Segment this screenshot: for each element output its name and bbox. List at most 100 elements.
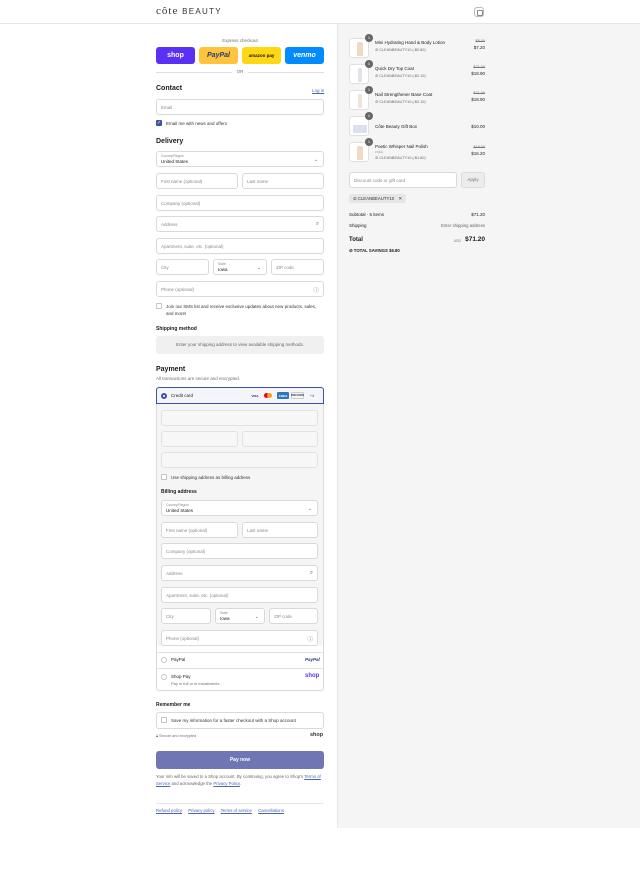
discount-code-input[interactable]: Discount code or gift card <box>349 172 457 188</box>
shipping-value: Enter shipping address <box>441 223 485 228</box>
shop-logo: shop <box>305 673 320 679</box>
item-discount-code: CLEANBEAUTY10 (-$0.80) <box>379 48 426 52</box>
item-price: $16.20 <box>471 151 485 156</box>
item-discount: ⊘ CLEANBEAUTY10 (-$2.10) <box>375 73 426 78</box>
line-item: 1 Quick Dry Top Coat ⊘ CLEANBEAUTY10 (-$… <box>349 60 485 86</box>
billing-address-field[interactable]: Address ⌕ <box>161 565 318 581</box>
first-name-placeholder: First name (optional) <box>161 179 203 184</box>
company-placeholder: Company (optional) <box>161 201 201 206</box>
discount-chip-code: CLEANBEAUTY10 <box>357 196 395 201</box>
shop-pay-radio[interactable] <box>161 674 167 680</box>
terms-of-service-link[interactable]: Terms of service <box>221 808 252 813</box>
paypal-radio[interactable] <box>161 657 167 663</box>
shop-pay-button[interactable]: shop <box>156 47 195 64</box>
cart-icon[interactable] <box>474 7 484 17</box>
first-name-field[interactable]: First name (optional) <box>156 173 238 189</box>
visa-icon: VISA <box>251 393 259 398</box>
card-expiry-field[interactable] <box>161 431 238 447</box>
card-name-field[interactable] <box>161 452 318 468</box>
country-select[interactable]: Country/Region United States ⌄ <box>156 151 324 167</box>
paypal-button[interactable]: PayPal <box>199 47 238 64</box>
billing-state-select[interactable]: State Iowa ⌄ <box>215 608 265 624</box>
total-label: Total <box>349 237 363 243</box>
amex-icon: AMEX <box>277 392 289 399</box>
chevron-down-icon: ⌄ <box>256 265 261 271</box>
remove-discount-icon[interactable]: ✕ <box>398 196 402 201</box>
help-icon[interactable]: ⓘ <box>313 286 319 294</box>
zip-field[interactable]: ZIP code <box>271 259 324 275</box>
product-shape <box>357 146 363 160</box>
line-item: 1 Côte Beauty Gift Box $10.00 <box>349 112 485 138</box>
privacy-policy-link[interactable]: Privacy policy <box>188 808 214 813</box>
shipping-method-title: Shipping method <box>156 326 197 332</box>
quantity-badge: 1 <box>365 34 373 42</box>
logo-main: côte <box>156 5 179 17</box>
item-name: Mini Hydrating Hand & Body Lotion <box>375 40 446 45</box>
line-item: 1 Mini Hydrating Hand & Body Lotion ⊘ CL… <box>349 34 485 60</box>
phone-field[interactable]: Phone (optional) ⓘ <box>156 281 324 297</box>
refund-policy-link[interactable]: Refund policy <box>156 808 182 813</box>
venmo-button[interactable]: venmo <box>285 47 324 64</box>
billing-city-field[interactable]: City <box>161 608 211 624</box>
mastercard-icon <box>263 392 273 399</box>
last-name-placeholder: Last name <box>247 179 269 184</box>
billing-apartment-field[interactable]: Apartment, suite, etc. (optional) <box>161 587 318 603</box>
login-link[interactable]: Log in <box>312 88 324 93</box>
country-label: Country/Region <box>161 154 184 158</box>
news-checkbox[interactable] <box>156 120 162 126</box>
billing-country-value: United States <box>166 508 194 513</box>
search-icon: ⌕ <box>315 221 319 227</box>
cancellations-link[interactable]: Cancellations <box>258 808 284 813</box>
billing-country-select[interactable]: Country/Region United States ⌄ <box>161 500 318 516</box>
billing-phone-placeholder: Phone (optional) <box>166 636 200 641</box>
billing-phone-field[interactable]: Phone (optional) ⓘ <box>161 630 318 646</box>
company-field[interactable]: Company (optional) <box>156 195 324 211</box>
shipping-row: Shipping Enter shipping address <box>349 223 485 228</box>
brand-logo[interactable]: côte BEAUTY <box>156 5 222 17</box>
more-brands-label: +4 <box>309 393 315 398</box>
billing-first-name-field[interactable]: First name (optional) <box>161 522 238 538</box>
sms-checkbox[interactable] <box>156 303 162 309</box>
payment-subtitle: All transactions are secure and encrypte… <box>156 376 241 381</box>
use-shipping-label: Use shipping address as billing address <box>171 475 251 480</box>
address-field[interactable]: Address ⌕ <box>156 216 324 232</box>
state-label: State <box>218 262 226 266</box>
item-name: Nail Strengthener Base Coat <box>375 92 433 97</box>
city-field[interactable]: City <box>156 259 209 275</box>
billing-last-name-field[interactable]: Last name <box>242 522 318 538</box>
divider <box>157 652 323 653</box>
pay-now-button[interactable]: Pay now <box>156 751 324 769</box>
payment-title: Payment <box>156 366 186 373</box>
item-discount-code: CLEANBEAUTY10 (-$1.80) <box>379 156 426 160</box>
remember-checkbox[interactable] <box>161 717 167 723</box>
item-free-note: FREE <box>375 150 384 154</box>
subtotal-value: $71.20 <box>471 212 485 217</box>
or-label: OR <box>232 69 248 74</box>
credit-card-label: Credit card <box>171 393 194 398</box>
card-cvv-field[interactable] <box>242 431 318 447</box>
country-value: United States <box>161 159 189 164</box>
product-shape <box>357 42 363 56</box>
billing-company-field[interactable]: Company (optional) <box>161 543 318 559</box>
card-number-field[interactable] <box>161 410 318 426</box>
discount-placeholder: Discount code or gift card <box>354 178 406 183</box>
use-shipping-checkbox[interactable] <box>161 474 167 480</box>
lock-icon: 🔒︎ <box>156 734 159 738</box>
shipping-method-message: Enter your shipping address to view avai… <box>156 336 324 354</box>
item-discount: ⊘ CLEANBEAUTY10 (-$2.10) <box>375 99 426 104</box>
privacy-policy-link[interactable]: Privacy Policy <box>213 781 239 786</box>
billing-zip-field[interactable]: ZIP code <box>269 608 318 624</box>
last-name-field[interactable]: Last name <box>242 173 324 189</box>
apartment-field[interactable]: Apartment, suite, etc. (optional) <box>156 238 324 254</box>
total-value: $71.20 <box>465 236 485 243</box>
amazon-pay-button[interactable]: amazon pay <box>242 47 281 64</box>
credit-card-radio[interactable] <box>161 393 167 399</box>
phone-placeholder: Phone (optional) <box>161 287 195 292</box>
billing-first-name-placeholder: First name (optional) <box>166 528 208 533</box>
apply-button[interactable]: Apply <box>461 172 485 188</box>
sms-label: Join our SMS list and receive exclusive … <box>166 304 317 316</box>
state-select[interactable]: State Iowa ⌄ <box>213 259 267 275</box>
email-field[interactable]: Email <box>156 99 324 115</box>
help-icon[interactable]: ⓘ <box>307 635 313 643</box>
item-original-price: $21.00 <box>473 65 485 69</box>
